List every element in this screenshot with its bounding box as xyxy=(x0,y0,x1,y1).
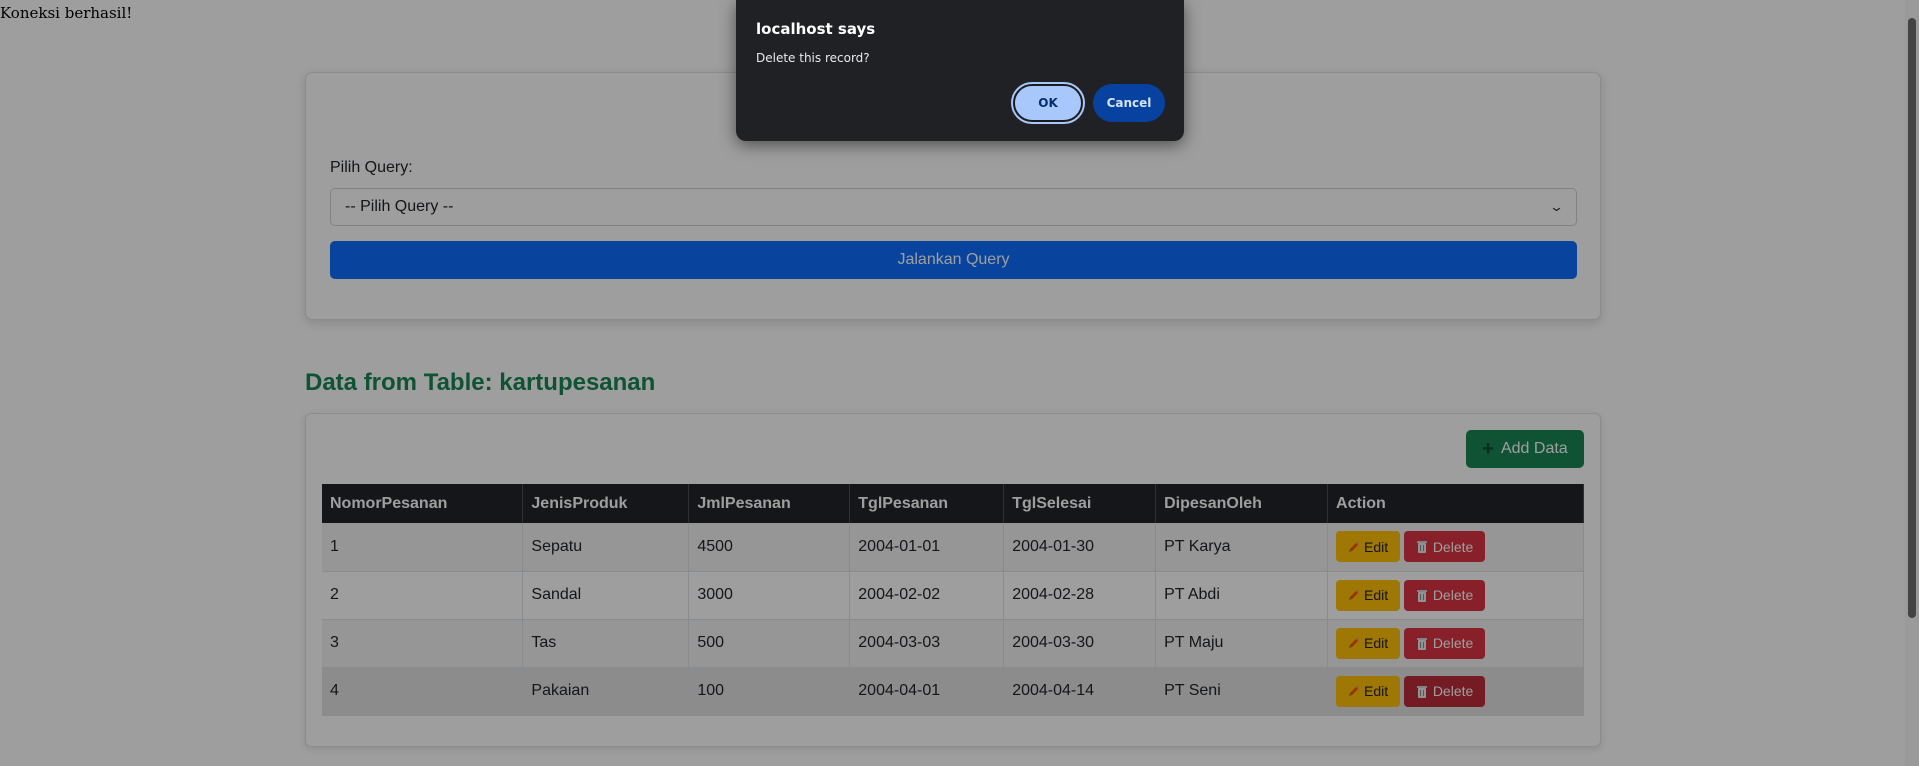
dialog-message: Delete this record? xyxy=(756,51,870,65)
cancel-button[interactable]: Cancel xyxy=(1093,84,1165,122)
dialog-title: localhost says xyxy=(756,20,876,38)
confirm-dialog: localhost says Delete this record? OK Ca… xyxy=(736,0,1184,141)
ok-button[interactable]: OK xyxy=(1011,82,1085,124)
